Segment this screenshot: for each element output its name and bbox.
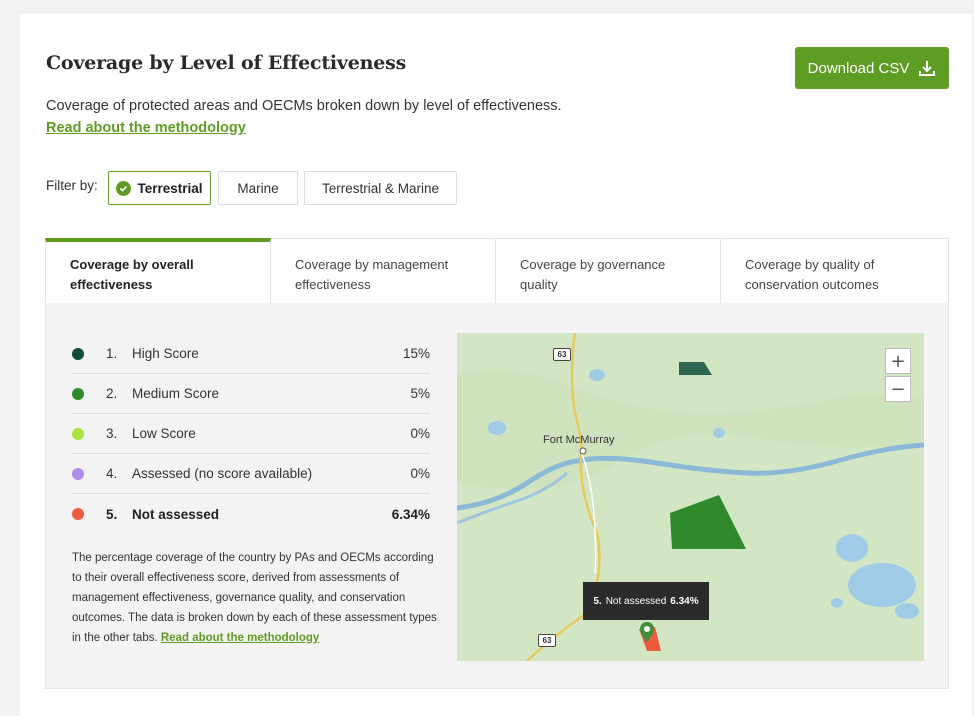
coverage-note: The percentage coverage of the country b… — [72, 548, 442, 648]
highway-number: 63 — [542, 636, 552, 645]
check-icon — [116, 180, 132, 196]
download-csv-label: Download CSV — [807, 59, 910, 77]
download-csv-button[interactable]: Download CSV — [795, 47, 949, 89]
highway-number: 63 — [557, 350, 567, 359]
tab-bar: Coverage by overall effectiveness Covera… — [45, 238, 949, 304]
city-label: Fort McMurray — [543, 434, 615, 446]
filter-marine[interactable]: Marine — [218, 171, 298, 205]
filter-terrestrial[interactable]: Terrestrial — [108, 171, 211, 205]
legend-dot — [72, 387, 84, 400]
tab-conservation-outcomes[interactable]: Coverage by quality of conservation outc… — [721, 238, 949, 304]
section-description: Coverage of protected areas and OECMs br… — [46, 98, 562, 114]
note-methodology-link[interactable]: Read about the methodology — [161, 632, 319, 644]
legend-row-low: 3. Low Score 0% — [72, 414, 430, 454]
tab-label: Coverage by management effectiveness — [295, 257, 449, 292]
legend-dot — [72, 467, 84, 480]
filter-label: Filter by: — [46, 178, 98, 193]
legend-value: 15% — [402, 346, 430, 361]
tab-label: Coverage by overall effectiveness — [70, 257, 194, 292]
legend-num: 1. — [106, 346, 118, 361]
filter-terrestrial-marine[interactable]: Terrestrial & Marine — [304, 171, 457, 205]
legend-label: Medium Score — [132, 386, 220, 401]
legend-dot — [72, 347, 84, 360]
tooltip-value: 6.34% — [670, 595, 699, 607]
legend-label: Assessed (no score available) — [132, 466, 313, 481]
legend-value: 6.34% — [391, 506, 430, 522]
coverage-map[interactable]: 63 63 Fort McMurray + − 5. Not assessed … — [457, 333, 924, 661]
legend-label: Not assessed — [132, 506, 220, 522]
legend-dot — [72, 508, 84, 520]
filter-terrestrial-marine-label: Terrestrial & Marine — [321, 180, 440, 196]
zoom-in-icon: + — [890, 350, 906, 372]
section-title: Coverage by Level of Effectiveness — [46, 52, 407, 74]
legend-row-assessed: 4. Assessed (no score available) 0% — [72, 454, 430, 494]
legend-num: 2. — [106, 386, 118, 401]
legend-value: 0% — [410, 426, 430, 441]
map-pin-icon — [640, 622, 654, 642]
tab-overall-effectiveness[interactable]: Coverage by overall effectiveness — [45, 238, 271, 304]
highway-shield-top: 63 — [553, 348, 571, 361]
effectiveness-card: Coverage by Level of Effectiveness Downl… — [20, 14, 972, 716]
map-tooltip: 5. Not assessed 6.34% — [583, 582, 709, 620]
tooltip-label: Not assessed — [605, 595, 667, 607]
tab-management-effectiveness[interactable]: Coverage by management effectiveness — [271, 238, 496, 304]
legend-value: 0% — [410, 466, 430, 481]
legend-row-high: 1. High Score 15% — [72, 334, 430, 374]
legend-num: 4. — [106, 466, 118, 481]
legend-num: 5. — [106, 506, 118, 522]
legend-value: 5% — [410, 386, 430, 401]
tab-label: Coverage by governance quality — [520, 257, 666, 292]
download-icon — [919, 61, 936, 76]
zoom-in-button[interactable]: + — [885, 348, 911, 374]
zoom-out-icon: − — [890, 378, 906, 400]
legend-dot — [72, 427, 84, 440]
tab-governance-quality[interactable]: Coverage by governance quality — [496, 238, 721, 304]
legend-num: 3. — [106, 426, 118, 441]
zoom-out-button[interactable]: − — [885, 376, 911, 402]
legend-row-medium: 2. Medium Score 5% — [72, 374, 430, 414]
methodology-link[interactable]: Read about the methodology — [46, 120, 246, 136]
tab-panel: 1. High Score 15% 2. Medium Score 5% 3. … — [45, 303, 949, 689]
highway-shield-bottom: 63 — [538, 634, 556, 647]
filter-terrestrial-label: Terrestrial — [137, 180, 203, 196]
coverage-note-text: The percentage coverage of the country b… — [72, 552, 437, 644]
tab-label: Coverage by quality of conservation outc… — [745, 257, 879, 292]
legend-label: Low Score — [132, 426, 196, 441]
filter-marine-label: Marine — [237, 180, 279, 196]
legend-row-not-assessed: 5. Not assessed 6.34% — [72, 494, 430, 534]
legend-label: High Score — [132, 346, 199, 361]
tooltip-num: 5. — [593, 595, 602, 607]
